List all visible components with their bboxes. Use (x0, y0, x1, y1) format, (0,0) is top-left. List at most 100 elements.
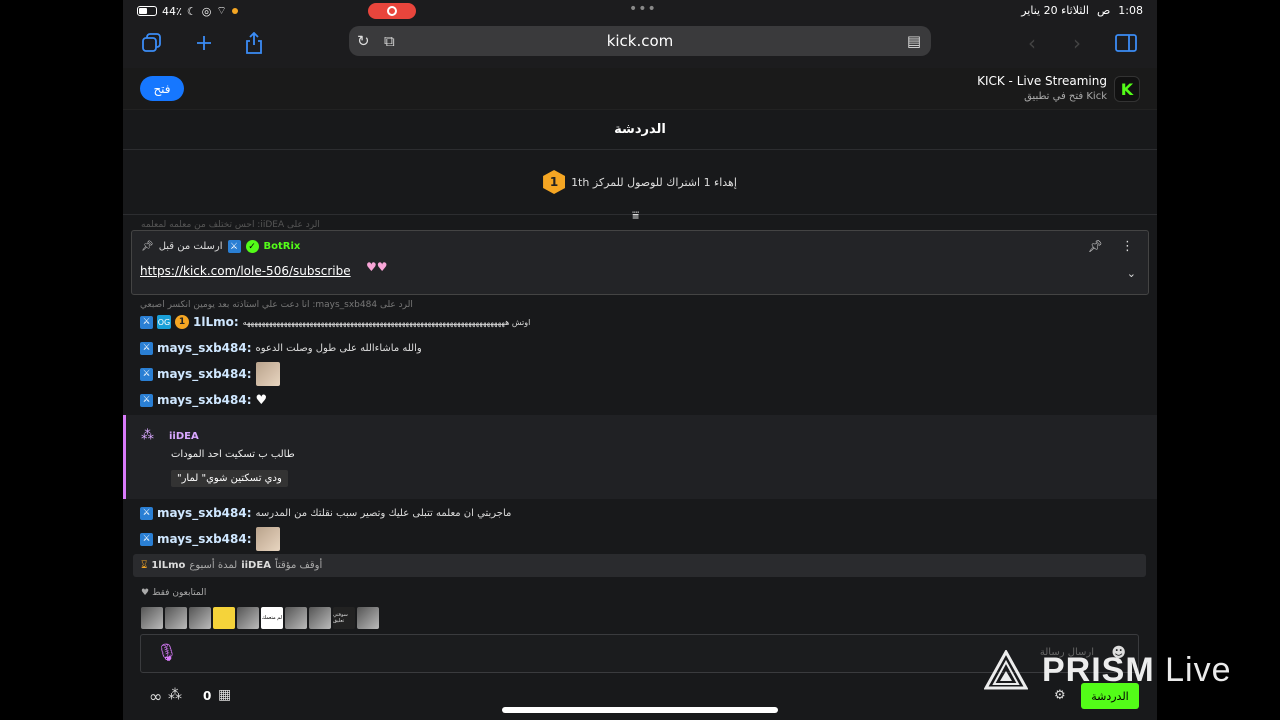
status-left: 44٪ ☾ ◎ ⌔ (137, 4, 238, 18)
reload-icon[interactable]: ↻ (357, 32, 370, 50)
chat-message[interactable]: ⚔ OG 1 1lLmo: اوتش ههههههههههههههههههههه… (140, 312, 530, 332)
browser-toolbar: ↻ ⧉ kick.com ▤ ‹ › (123, 22, 1157, 68)
recording-indicator[interactable] (368, 3, 416, 19)
emote-option[interactable] (165, 607, 187, 629)
followers-only-notice: ♥︎ المتابعون فقط (141, 588, 206, 598)
message-text: طالب ب تسكيت احد المودات (171, 449, 295, 460)
address-bar[interactable]: ↻ ⧉ kick.com ▤ (349, 26, 931, 56)
username[interactable]: mays_sxb484: (157, 393, 252, 407)
battery-icon (137, 6, 157, 16)
emote-option[interactable] (141, 607, 163, 629)
open-app-button[interactable]: فتح (140, 76, 184, 101)
app-title: KICK - Live Streaming (977, 74, 1107, 88)
share-icon[interactable] (241, 30, 267, 56)
quoted-text: ودي تسكتين شوي" لمار" (171, 470, 288, 487)
reply-hint: الرد على mays_sxb484: انا دعت علي استاذت… (140, 300, 413, 310)
watermark-suffix: Live (1165, 650, 1232, 689)
location-icon: ◎ (201, 4, 212, 18)
forward-icon[interactable]: › (1064, 30, 1090, 56)
goal-badge-icon: 1 (543, 170, 566, 194)
infinity-icon[interactable]: ∞ (149, 687, 162, 706)
bot-username[interactable]: BotRix (264, 241, 301, 252)
watermark-brand: PRISM (1042, 650, 1155, 689)
more-options-icon[interactable]: ⋮ (1121, 239, 1134, 254)
timeout-moderator[interactable]: iiDEA (241, 560, 271, 571)
battery-percent: 44٪ (162, 4, 182, 18)
new-tab-icon[interactable] (191, 30, 217, 56)
username[interactable]: mays_sxb484: (157, 506, 252, 520)
username[interactable]: mays_sxb484: (157, 532, 252, 546)
collapse-icon[interactable]: ⩸ (632, 208, 639, 223)
extensions-icon[interactable]: ⧉ (384, 32, 395, 50)
unpin-icon[interactable]: 📌︎ (1088, 239, 1103, 253)
emote-option[interactable] (357, 607, 379, 629)
emote-option[interactable] (237, 607, 259, 629)
followers-only-label: المتابعون فقط (152, 588, 207, 598)
hearts-emote: ♥︎ (255, 392, 268, 408)
pinned-header: 📌︎ ارسلت من قبل ⚔ ✓ BotRix (141, 240, 300, 253)
mic-indicator-icon (231, 8, 238, 14)
microphone-icon[interactable]: 🎙︎ (156, 643, 178, 663)
subscribe-link[interactable]: https://kick.com/lole-506/subscribe (140, 264, 351, 278)
username[interactable]: 1lLmo: (193, 315, 239, 329)
emote-option[interactable] (189, 607, 211, 629)
gifter-badge-icon: 1 (175, 315, 189, 329)
home-indicator[interactable] (502, 707, 778, 713)
username[interactable]: iiDEA (169, 431, 199, 442)
tabs-icon[interactable] (139, 30, 165, 56)
sub-goal: 1 إهداء 1 اشتراك للوصول للمركز 1th (123, 150, 1157, 215)
moderator-badge-icon: ⚔ (140, 367, 153, 381)
moderator-badge-icon: ⚔ (140, 393, 153, 407)
app-banner: فتح KICK - Live Streaming فتح في تطبيق K… (123, 68, 1157, 110)
emote-option[interactable] (285, 607, 307, 629)
pinned-by-label: ارسلت من قبل (158, 241, 223, 252)
emote-option[interactable]: سوفتي تعليق (333, 607, 355, 629)
moderator-badge-icon: ⚔ (140, 506, 153, 520)
sidebar-icon[interactable] (1113, 30, 1139, 56)
verified-icon: ✓ (245, 240, 259, 253)
community-icon[interactable]: ⁂ (168, 687, 182, 703)
message-text: ماجربتي ان معلمه تتبلى عليك وتصير سبب نق… (255, 507, 512, 519)
moderator-badge-icon: ⚔ (140, 341, 153, 355)
emote-option[interactable] (309, 607, 331, 629)
moon-icon: ☾ (186, 4, 197, 18)
record-icon (387, 6, 397, 16)
app-subtitle: فتح في تطبيق Kick (1024, 91, 1107, 102)
timeout-target[interactable]: 1lLmo (151, 560, 185, 571)
moderator-badge-icon: ⚔ (140, 532, 153, 546)
url-text[interactable]: kick.com (607, 32, 674, 50)
chat-panel: الدردشة 1 إهداء 1 اشتراك للوصول للمركز 1… (123, 110, 1157, 720)
chat-message[interactable]: ⚔ mays_sxb484: (140, 527, 280, 551)
back-icon[interactable]: ‹ (1019, 30, 1045, 56)
heart-icon: ♥︎ (141, 588, 150, 598)
goal-text: إهداء 1 اشتراك للوصول للمركز 1th (571, 175, 737, 189)
chat-message[interactable]: ⚔ mays_sxb484: ماجربتي ان معلمه تتبلى عل… (140, 503, 511, 523)
wifi-icon: ⌔ (216, 4, 227, 17)
watermark-text: PRISM Live (1042, 651, 1232, 690)
prism-logo-icon (983, 648, 1029, 690)
chat-message[interactable]: ⚔ mays_sxb484: (140, 362, 280, 386)
username[interactable]: mays_sxb484: (157, 367, 252, 381)
chat-message[interactable]: ⚔ mays_sxb484: والله ماشاءالله على طول و… (140, 338, 422, 358)
highlighted-message[interactable]: ⁂ iiDEA طالب ب تسكيت احد المودات ودي تسك… (123, 415, 1157, 499)
pin-icon: 📌︎ (141, 241, 154, 252)
username[interactable]: mays_sxb484: (157, 341, 252, 355)
community-badge-icon: ⁂ (141, 428, 154, 443)
emote-image (255, 527, 280, 551)
chat-message[interactable]: ⚔ mays_sxb484: ♥︎ (140, 390, 267, 410)
message-text: والله ماشاءالله على طول وصلت الدعوه (255, 342, 422, 354)
status-bar: 44٪ ☾ ◎ ⌔ ••• 1:08 ص الثلاثاء 20 يناير (123, 0, 1157, 22)
prism-watermark: PRISM Live (983, 648, 1232, 690)
kick-logo-icon: K (1114, 76, 1140, 102)
chevron-down-icon[interactable]: ⌄ (1127, 267, 1136, 280)
og-badge-icon: OG (157, 315, 171, 329)
gear-icon[interactable]: ⚙ (1054, 688, 1066, 703)
timeout-prefix: أوقف مؤقتاً (274, 560, 323, 571)
store-icon[interactable]: ▦ (218, 687, 231, 703)
reader-icon[interactable]: ▤ (907, 32, 921, 50)
multitasking-dots-icon[interactable]: ••• (629, 1, 657, 17)
status-time: 1:08 (1118, 4, 1143, 17)
emote-option[interactable]: لم متعمك (261, 607, 283, 629)
emote-option[interactable] (213, 607, 235, 629)
emote-picker-row: لم متعمك سوفتي تعليق (141, 607, 379, 629)
